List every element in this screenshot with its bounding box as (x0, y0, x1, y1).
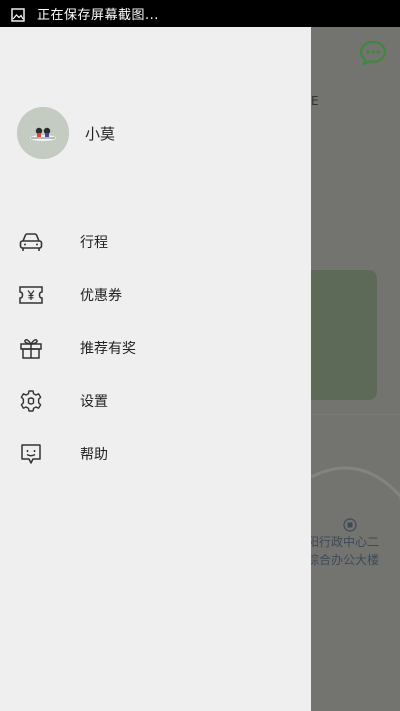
chat-icon[interactable] (359, 40, 387, 66)
menu-item-label: 优惠券 (80, 287, 122, 304)
map-road (311, 414, 400, 415)
map-poi-label-line1: 阳行政中心二 (311, 535, 380, 549)
map-poi-icon (343, 517, 357, 532)
navigation-drawer: 小莫 行程 优惠券 推荐有奖 设置 帮助 (0, 27, 311, 711)
username: 小莫 (85, 124, 116, 143)
menu-item-coupons[interactable]: 优惠券 (0, 268, 311, 321)
map-green-area (311, 270, 377, 400)
menu-item-label: 推荐有奖 (80, 340, 136, 357)
menu-item-help[interactable]: 帮助 (0, 427, 311, 480)
map-edge-text: E (311, 94, 319, 108)
map-poi-label: 阳行政中心二 综合办公大楼 (311, 533, 379, 569)
menu-item-label: 行程 (80, 234, 108, 251)
menu-item-referral-reward[interactable]: 推荐有奖 (0, 321, 311, 374)
coupon-icon (18, 282, 44, 308)
gift-icon (18, 335, 44, 361)
user-profile[interactable]: 小莫 (17, 107, 115, 159)
menu-item-settings[interactable]: 设置 (0, 374, 311, 427)
menu-item-label: 设置 (80, 393, 108, 410)
status-bar: 正在保存屏幕截图... (0, 0, 400, 27)
map-poi-label-line2: 综合办公大楼 (311, 553, 380, 567)
menu-item-label: 帮助 (80, 446, 108, 463)
menu-item-trips[interactable]: 行程 (0, 215, 311, 268)
drawer-menu: 行程 优惠券 推荐有奖 设置 帮助 (0, 215, 311, 480)
avatar[interactable] (17, 107, 69, 159)
car-icon (18, 229, 44, 255)
map-view[interactable]: E 阳行政中心二 综合办公大楼 (311, 27, 400, 711)
image-icon (11, 7, 25, 22)
status-notification-text: 正在保存屏幕截图... (37, 8, 159, 23)
gear-icon (18, 388, 44, 414)
help-icon (18, 441, 44, 467)
